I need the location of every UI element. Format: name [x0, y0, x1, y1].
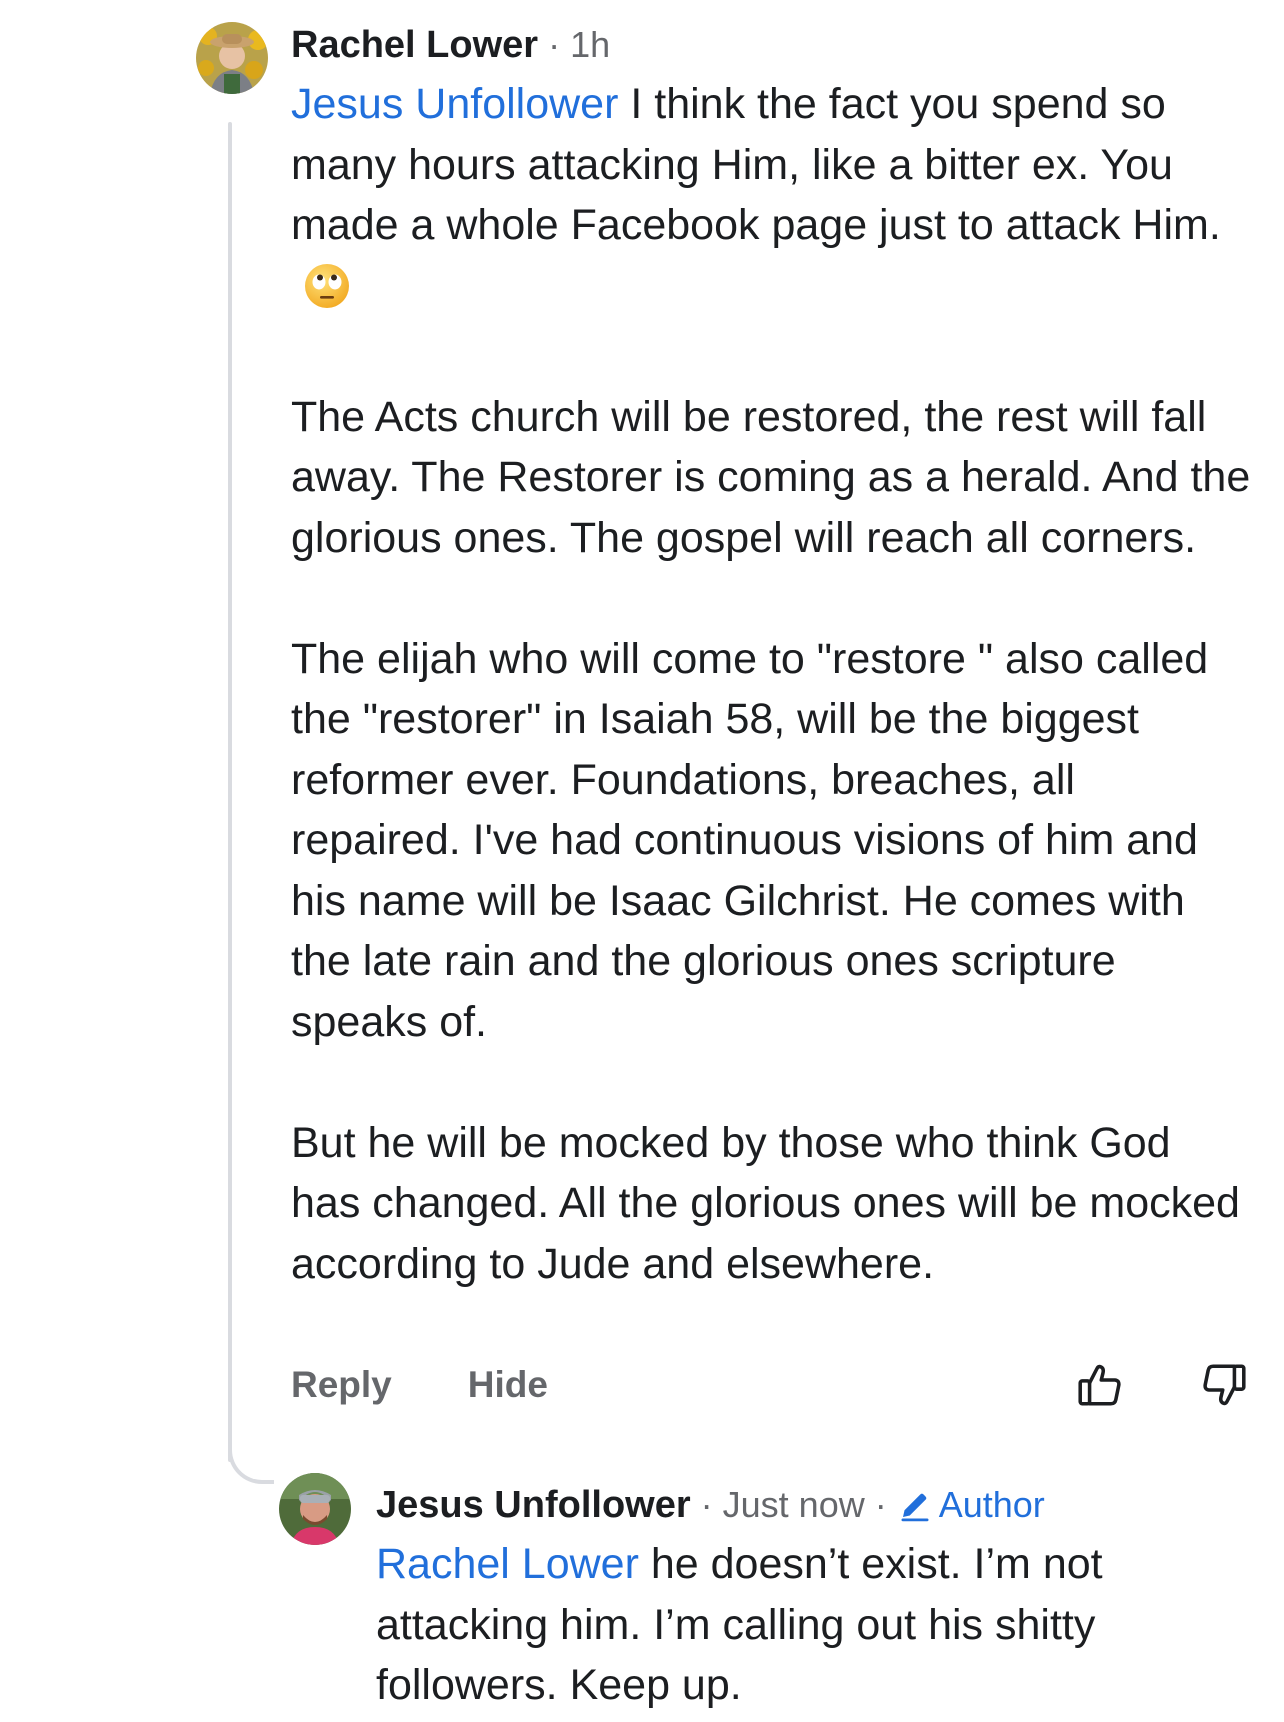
comment-jesus-unfollower: Jesus Unfollower · Just now · Author Rac… — [376, 1480, 1256, 1716]
comment-paragraph: But he will be mocked by those who think… — [291, 1118, 1240, 1288]
mention-link[interactable]: Rachel Lower — [376, 1540, 639, 1588]
thumbs-down-icon[interactable] — [1199, 1360, 1249, 1410]
author-badge-label: Author — [938, 1484, 1045, 1525]
comment-timestamp[interactable]: Just now — [723, 1484, 865, 1526]
reply-button[interactable]: Reply — [291, 1364, 392, 1406]
thumbs-up-icon[interactable] — [1075, 1360, 1125, 1410]
comment-body: Jesus Unfollower I think the fact you sp… — [291, 74, 1251, 1294]
comment-paragraph: Jesus Unfollower I think the fact you sp… — [291, 74, 1251, 326]
thread-line — [228, 122, 232, 1462]
author-name[interactable]: Jesus Unfollower — [376, 1484, 691, 1527]
eye-roll-emoji-icon — [303, 262, 351, 327]
comment-paragraph: Rachel Lower he doesn’t exist. I’m not a… — [376, 1534, 1256, 1716]
pencil-icon — [901, 1493, 929, 1522]
comment-timestamp[interactable]: 1h — [570, 24, 610, 66]
separator-dot: · — [700, 1484, 713, 1525]
separator-dot: · — [548, 24, 561, 65]
profile-photo-rachel — [196, 22, 268, 94]
author-badge: Author — [897, 1484, 1045, 1526]
mention-link[interactable]: Jesus Unfollower — [291, 80, 618, 128]
comment-body: Rachel Lower he doesn’t exist. I’m not a… — [376, 1534, 1256, 1716]
avatar-jesus-unfollower[interactable] — [279, 1473, 351, 1545]
comment-actions: Reply Hide — [291, 1360, 1251, 1410]
profile-photo-jesus-unfollower — [279, 1473, 351, 1545]
thread-connector-curve — [228, 1440, 274, 1484]
comment-header: Jesus Unfollower · Just now · Author — [376, 1480, 1256, 1530]
author-name[interactable]: Rachel Lower — [291, 24, 538, 67]
hide-button[interactable]: Hide — [468, 1364, 548, 1406]
comment-paragraph: The Acts church will be restored, the re… — [291, 392, 1251, 562]
comment-header: Rachel Lower · 1h — [291, 20, 1251, 70]
separator-dot: · — [874, 1484, 887, 1525]
avatar-rachel-lower[interactable] — [196, 22, 268, 94]
comment-rachel-lower: Rachel Lower · 1h Jesus Unfollower I thi… — [291, 20, 1251, 1294]
comment-paragraph: The elijah who will come to "restore " a… — [291, 634, 1209, 1046]
